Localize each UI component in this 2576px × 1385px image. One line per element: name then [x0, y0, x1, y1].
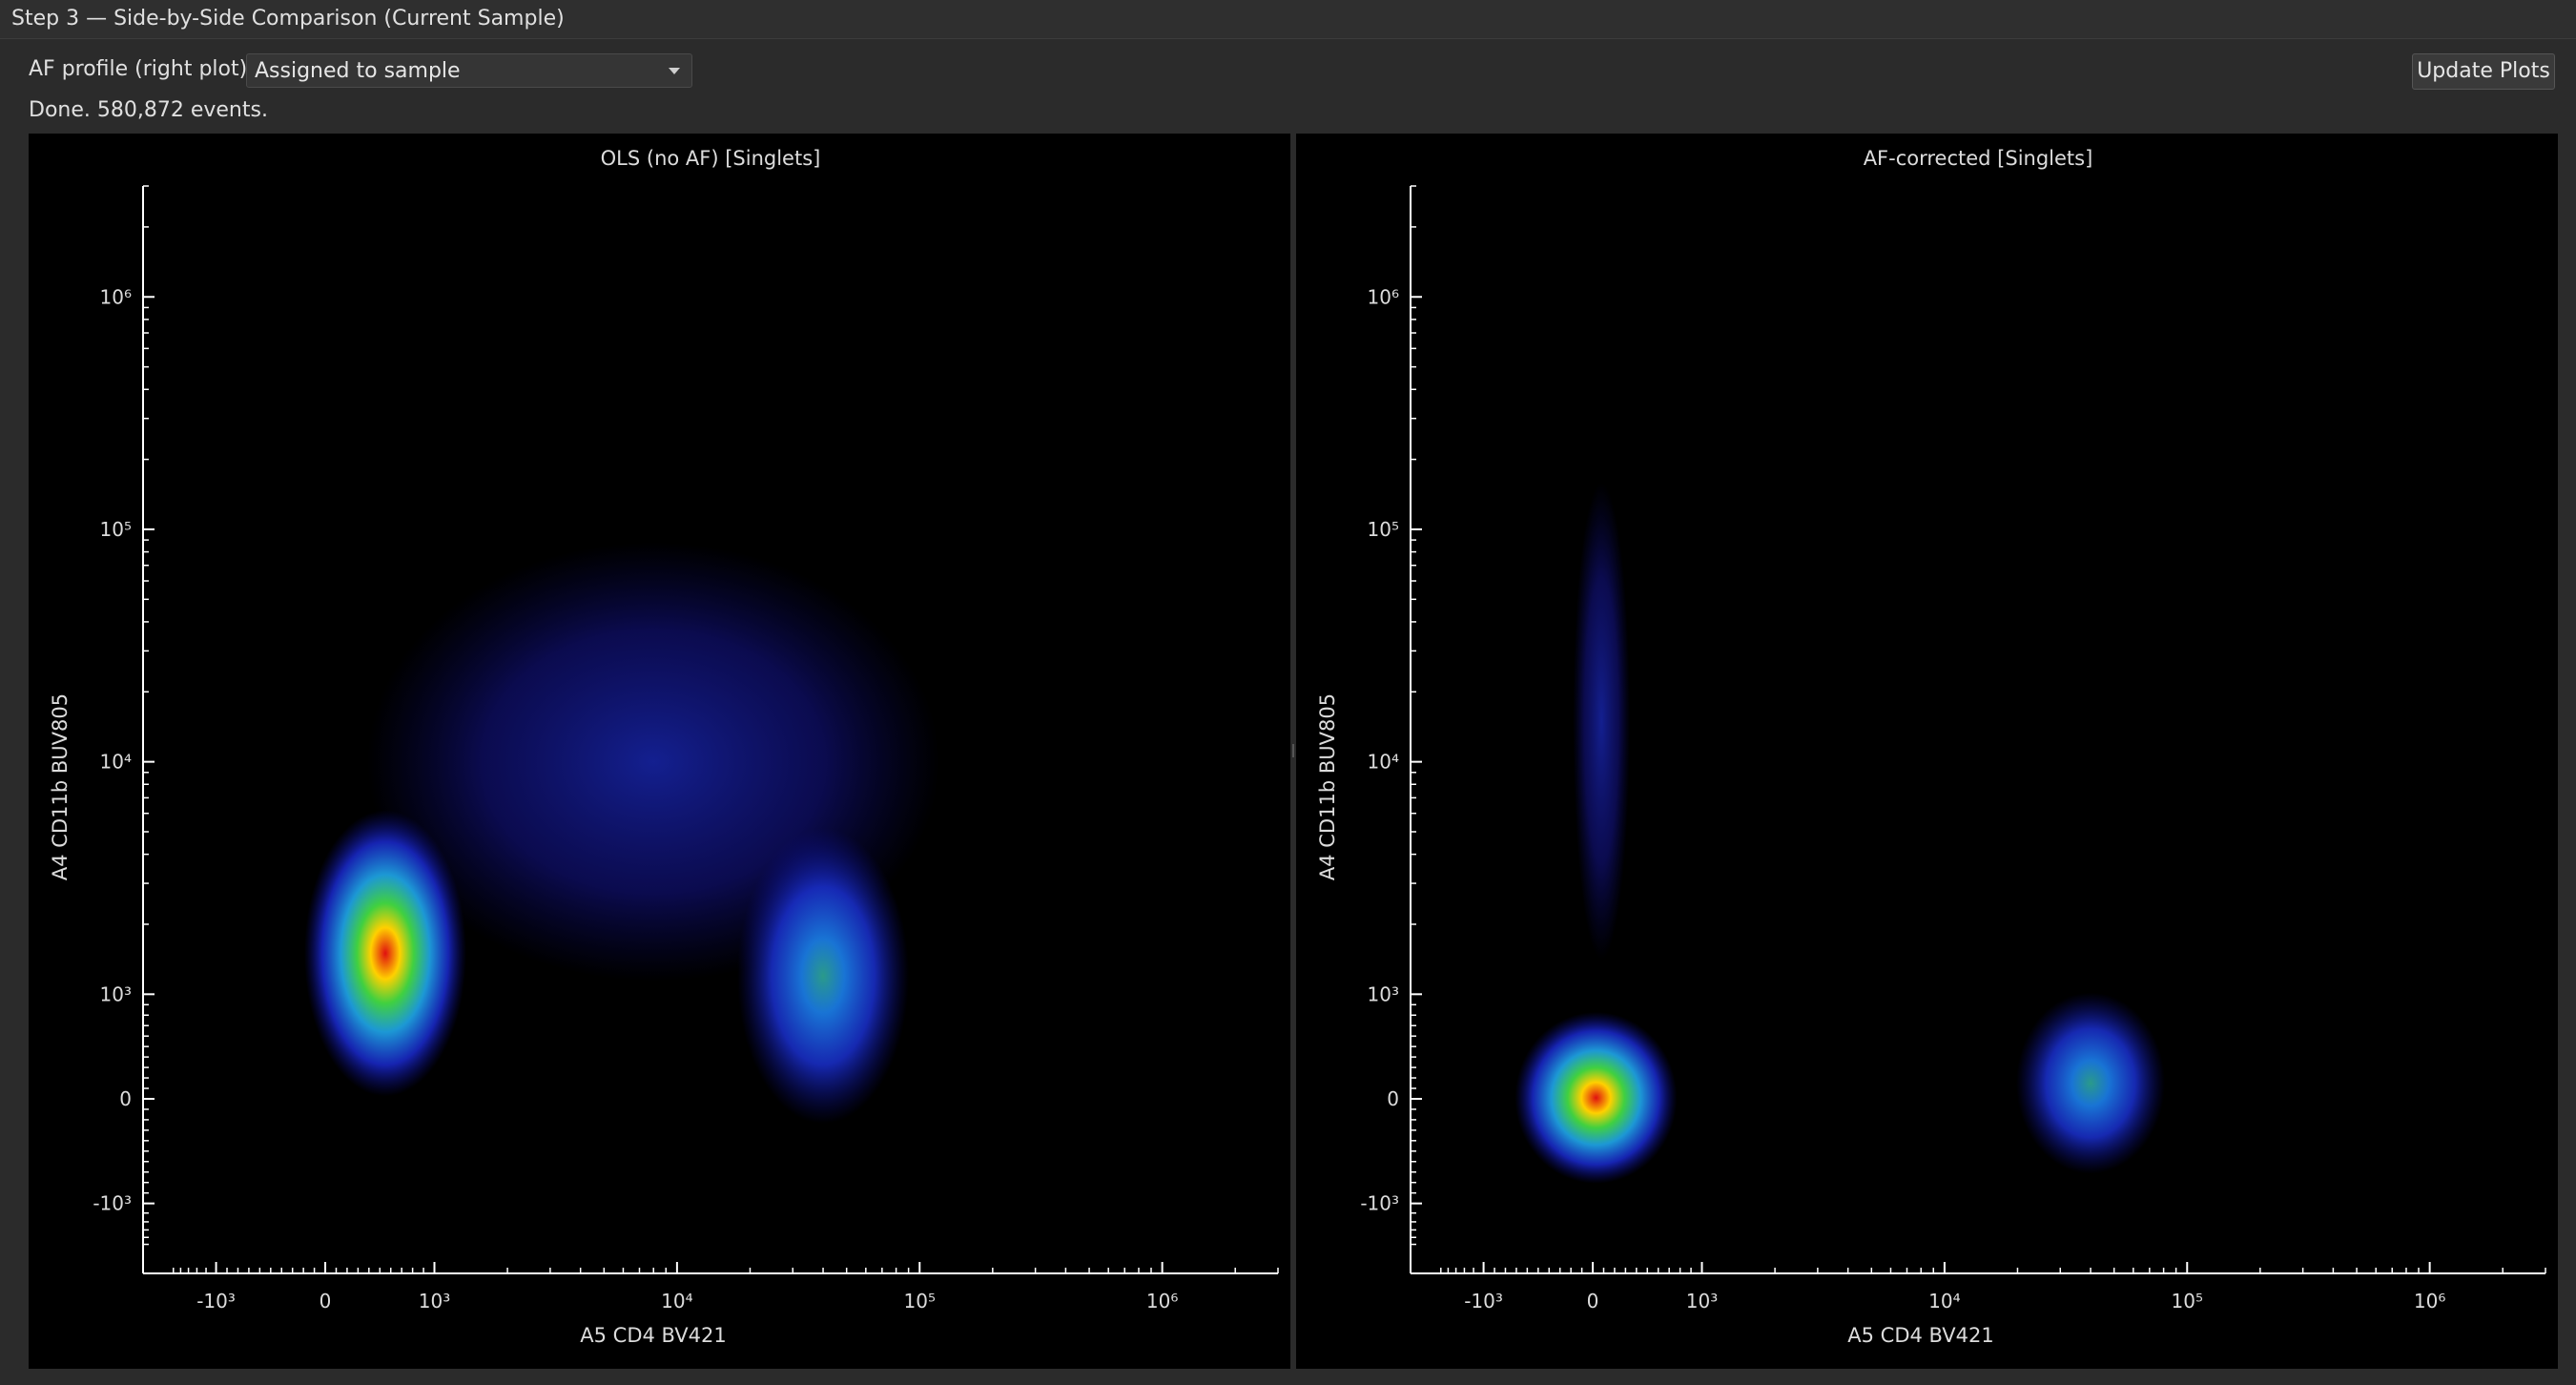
x-tick-label: 0	[1587, 1290, 1599, 1313]
y-tick-label: -10³	[1360, 1192, 1399, 1215]
chart-title: AF-corrected [Singlets]	[1864, 147, 2093, 170]
x-tick-label: 10⁴	[1928, 1290, 1960, 1313]
plot-right[interactable]: AF-corrected [Singlets] -10³ 0 10³ 10⁴ 10⁵ 10⁶…	[1296, 134, 2558, 1369]
x-tick-label: 0	[319, 1290, 332, 1313]
y-tick-label: 10⁶	[100, 285, 132, 308]
density-population	[1515, 1011, 1678, 1184]
x-tick-label: 10⁵	[2172, 1290, 2203, 1313]
y-tick-label: 10⁴	[100, 751, 132, 774]
x-tick-label: 10⁶	[2414, 1290, 2445, 1313]
y-tick-label: 10³	[100, 982, 132, 1005]
af-profile-dropdown[interactable]: Assigned to sample	[246, 53, 692, 88]
y-tick-label: 10⁵	[1368, 518, 1399, 541]
density-population	[304, 810, 467, 1097]
x-axis-label: A5 CD4 BV421	[580, 1324, 726, 1347]
density-population	[2016, 992, 2166, 1174]
af-profile-value: Assigned to sample	[255, 59, 461, 83]
splitter-grip-icon	[1292, 744, 1294, 757]
x-tick-label: 10⁴	[661, 1290, 692, 1313]
density-population	[737, 828, 910, 1125]
y-tick-label: 10⁴	[1368, 751, 1399, 774]
window-titlebar: Step 3 — Side-by-Side Comparison (Curren…	[0, 0, 2576, 39]
window-title: Step 3 — Side-by-Side Comparison (Curren…	[11, 7, 565, 31]
chart-svg: AF-corrected [Singlets] -10³ 0 10³ 10⁴ 10⁵ 10⁶…	[1316, 147, 2546, 1347]
x-tick-label: 10⁶	[1146, 1290, 1178, 1313]
y-tick-label: 10⁵	[100, 518, 132, 541]
y-axis-label: A4 CD11b BUV805	[1316, 693, 1339, 880]
y-tick-label: 0	[119, 1087, 132, 1110]
x-tick-label: 10³	[419, 1290, 450, 1313]
density-population	[1573, 482, 1631, 960]
y-tick-label: -10³	[93, 1192, 132, 1215]
y-tick-label: 10⁶	[1368, 285, 1399, 308]
x-tick-label: 10⁵	[904, 1290, 936, 1313]
x-tick-label: -10³	[1464, 1290, 1503, 1313]
y-axis-label: A4 CD11b BUV805	[49, 693, 72, 880]
status-text: Done. 580,872 events.	[29, 98, 268, 122]
x-tick-label: -10³	[196, 1290, 236, 1313]
update-plots-button[interactable]: Update Plots	[2412, 53, 2555, 90]
chevron-down-icon	[669, 68, 680, 74]
chart-svg: OLS (no AF) [Singlets] -10³ 0 10³ 10⁴ 10⁵ 10⁶ 1…	[49, 147, 1279, 1347]
y-tick-label: 0	[1387, 1087, 1399, 1110]
x-tick-label: 10³	[1686, 1290, 1718, 1313]
chart-title: OLS (no AF) [Singlets]	[601, 147, 821, 170]
plot-left[interactable]: OLS (no AF) [Singlets] -10³ 0 10³ 10⁴ 10⁵ 10⁶ 1…	[29, 134, 1290, 1369]
x-axis-label: A5 CD4 BV421	[1847, 1324, 1993, 1347]
af-profile-label: AF profile (right plot):	[29, 57, 255, 81]
y-tick-label: 10³	[1368, 982, 1399, 1005]
